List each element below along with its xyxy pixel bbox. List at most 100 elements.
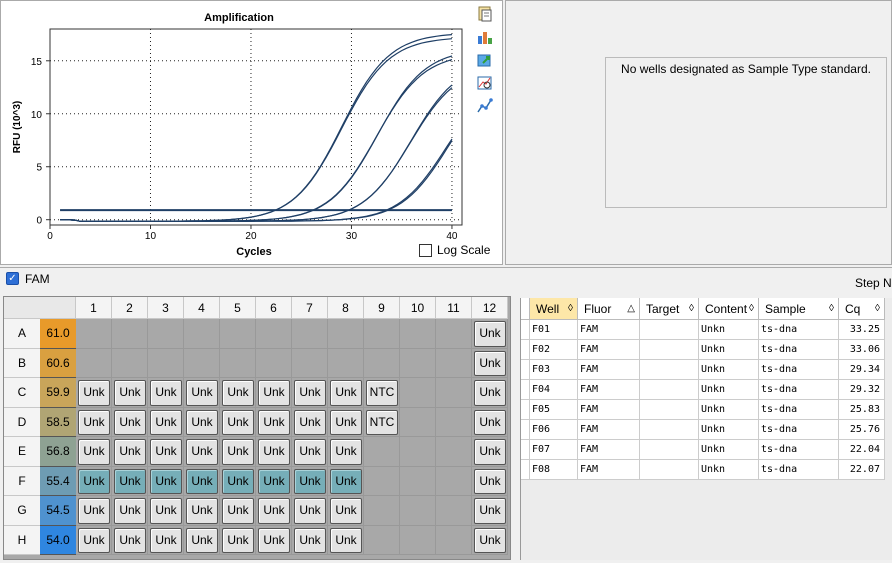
column-header-7[interactable]: 7 (292, 297, 328, 319)
table-cell[interactable] (640, 440, 699, 460)
table-cell[interactable] (640, 340, 699, 360)
well-E3[interactable]: Unk (150, 439, 182, 465)
table-cell[interactable]: F07 (530, 440, 578, 460)
well-E7[interactable]: Unk (294, 439, 326, 465)
well-E2[interactable]: Unk (114, 439, 146, 465)
well-F2[interactable]: Unk (114, 468, 146, 494)
well-C8[interactable]: Unk (330, 380, 362, 406)
table-cell[interactable]: FAM (578, 400, 640, 420)
column-header-target[interactable]: Target ◊ (640, 298, 699, 320)
well-A12[interactable]: Unk (474, 321, 506, 347)
table-cell[interactable]: FAM (578, 460, 640, 480)
table-cell[interactable]: F03 (530, 360, 578, 380)
well-F4[interactable]: Unk (186, 468, 218, 494)
table-cell[interactable]: F05 (530, 400, 578, 420)
log-scale-toggle[interactable]: Log Scale (419, 243, 490, 257)
table-cell[interactable]: 25.76 (839, 420, 885, 440)
well-G4[interactable]: Unk (186, 498, 218, 524)
row-selector[interactable] (521, 340, 530, 360)
well-E8[interactable]: Unk (330, 439, 362, 465)
well-G12[interactable]: Unk (474, 498, 506, 524)
well-F1[interactable]: Unk (78, 468, 110, 494)
well-E1[interactable]: Unk (78, 439, 110, 465)
export-icon[interactable] (476, 51, 494, 69)
sort-icon[interactable]: ◊ (749, 298, 754, 320)
well-F12[interactable]: Unk (474, 468, 506, 494)
column-header-cq[interactable]: Cq ◊ (839, 298, 885, 320)
well-C3[interactable]: Unk (150, 380, 182, 406)
table-cell[interactable]: 22.07 (839, 460, 885, 480)
column-header-fluor[interactable]: Fluor △ (578, 298, 640, 320)
table-cell[interactable]: FAM (578, 380, 640, 400)
well-D7[interactable]: Unk (294, 409, 326, 435)
table-cell[interactable]: FAM (578, 360, 640, 380)
table-cell[interactable]: 33.25 (839, 320, 885, 340)
well-G2[interactable]: Unk (114, 498, 146, 524)
well-F8[interactable]: Unk (330, 468, 362, 494)
sort-icon[interactable]: ◊ (568, 298, 573, 320)
row-header-E[interactable]: E (4, 437, 40, 467)
table-cell[interactable]: FAM (578, 320, 640, 340)
well-F6[interactable]: Unk (258, 468, 290, 494)
table-cell[interactable]: ts-dna (759, 440, 839, 460)
row-selector[interactable] (521, 420, 530, 440)
column-header-11[interactable]: 11 (436, 297, 472, 319)
well-E5[interactable]: Unk (222, 439, 254, 465)
column-header-10[interactable]: 10 (400, 297, 436, 319)
well-F5[interactable]: Unk (222, 468, 254, 494)
column-header-5[interactable]: 5 (220, 297, 256, 319)
table-cell[interactable]: FAM (578, 440, 640, 460)
well-C9[interactable]: NTC (366, 380, 398, 406)
chart-type-icon[interactable] (476, 28, 494, 46)
sort-icon[interactable]: ◊ (875, 298, 880, 320)
table-cell[interactable]: 29.34 (839, 360, 885, 380)
table-cell[interactable] (640, 380, 699, 400)
table-cell[interactable]: 29.32 (839, 380, 885, 400)
table-cell[interactable] (640, 420, 699, 440)
row-selector[interactable] (521, 320, 530, 340)
well-G3[interactable]: Unk (150, 498, 182, 524)
sort-icon[interactable]: ◊ (689, 298, 694, 320)
well-H3[interactable]: Unk (150, 527, 182, 553)
table-cell[interactable]: FAM (578, 420, 640, 440)
column-header-8[interactable]: 8 (328, 297, 364, 319)
well-G5[interactable]: Unk (222, 498, 254, 524)
well-G8[interactable]: Unk (330, 498, 362, 524)
column-header-content[interactable]: Content ◊ (699, 298, 759, 320)
well-H2[interactable]: Unk (114, 527, 146, 553)
table-cell[interactable]: Unkn (699, 380, 759, 400)
table-cell[interactable] (640, 320, 699, 340)
table-cell[interactable]: Unkn (699, 360, 759, 380)
table-cell[interactable]: Unkn (699, 320, 759, 340)
well-C7[interactable]: Unk (294, 380, 326, 406)
column-header-sample[interactable]: Sample ◊ (759, 298, 839, 320)
well-D6[interactable]: Unk (258, 409, 290, 435)
row-selector[interactable] (521, 460, 530, 480)
table-cell[interactable]: ts-dna (759, 360, 839, 380)
row-header-F[interactable]: F (4, 466, 40, 496)
well-G6[interactable]: Unk (258, 498, 290, 524)
table-cell[interactable] (640, 460, 699, 480)
well-H4[interactable]: Unk (186, 527, 218, 553)
well-E4[interactable]: Unk (186, 439, 218, 465)
column-header-2[interactable]: 2 (112, 297, 148, 319)
table-cell[interactable]: F02 (530, 340, 578, 360)
log-scale-checkbox[interactable] (419, 243, 432, 257)
well-G7[interactable]: Unk (294, 498, 326, 524)
zoom-icon[interactable] (476, 74, 494, 92)
column-header-well[interactable]: Well ◊ (530, 298, 578, 320)
well-C4[interactable]: Unk (186, 380, 218, 406)
column-header-9[interactable]: 9 (364, 297, 400, 319)
sort-icon[interactable]: △ (627, 298, 635, 320)
table-cell[interactable]: Unkn (699, 400, 759, 420)
table-cell[interactable]: F04 (530, 380, 578, 400)
well-H1[interactable]: Unk (78, 527, 110, 553)
table-cell[interactable]: 33.06 (839, 340, 885, 360)
well-B12[interactable]: Unk (474, 350, 506, 376)
well-C12[interactable]: Unk (474, 380, 506, 406)
well-H8[interactable]: Unk (330, 527, 362, 553)
table-cell[interactable]: Unkn (699, 460, 759, 480)
well-D5[interactable]: Unk (222, 409, 254, 435)
table-cell[interactable]: Unkn (699, 420, 759, 440)
table-cell[interactable]: F01 (530, 320, 578, 340)
